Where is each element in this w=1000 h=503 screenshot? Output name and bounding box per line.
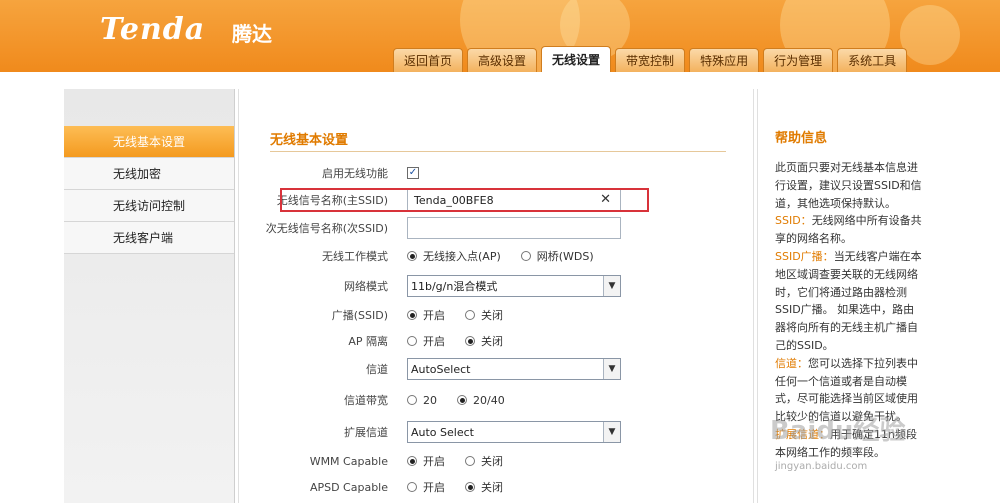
chevron-down-icon: ▼ [603,422,620,442]
watermark-url: jingyan.baidu.com [775,461,868,472]
bandwidth-label: 信道带宽 [344,394,388,407]
wmm-on-radio[interactable] [407,456,417,466]
bw-2040-radio[interactable] [457,395,467,405]
help-title: 帮助信息 [775,131,828,146]
row-netmode: 网络模式 11b/g/n混合模式 ▼ [239,273,753,299]
broadcast-off-label: 关闭 [481,309,503,322]
wmm-off-radio[interactable] [465,456,475,466]
help-intro: 此页面只要对无线基本信息进行设置，建议只设置SSID和信道，其他选项保持默认。 [775,161,922,210]
sidebar: 无线基本设置 无线加密 无线访问控制 无线客户端 [64,89,235,503]
row-ssid2: 次无线信号名称(次SSID) [239,215,753,241]
netmode-select[interactable]: 11b/g/n混合模式 ▼ [407,275,621,297]
apsd-off-label: 关闭 [481,481,503,494]
apiso-label: AP 隔离 [348,335,388,348]
top-nav: 返回首页 高级设置 无线设置 带宽控制 特殊应用 行为管理 系统工具 [393,46,908,72]
row-mode: 无线工作模式 无线接入点(AP) 网桥(WDS) [239,243,753,269]
tab-wireless[interactable]: 无线设置 [541,46,612,72]
header-bar: Tenda 腾达 返回首页 高级设置 无线设置 带宽控制 特殊应用 行为管理 系… [0,0,1000,72]
row-apsd: APSD Capable 开启 关闭 [239,474,753,500]
apiso-off-radio[interactable] [465,336,475,346]
row-enable-wireless: 启用无线功能 ✓ [239,160,753,186]
channel-label: 信道 [366,363,388,376]
bw-20-radio[interactable] [407,395,417,405]
enable-wireless-label: 启用无线功能 [322,167,388,180]
mode-wds-label: 网桥(WDS) [536,250,594,263]
mode-ap-radio[interactable] [407,251,417,261]
apsd-off-radio[interactable] [465,482,475,492]
tenda-logo: Tenda [100,12,206,47]
bw-20-label: 20 [423,393,437,407]
help-broadcast-term: SSID广播： [775,249,834,263]
ext-channel-value: Auto Select [411,425,474,439]
ext-channel-label: 扩展信道 [344,426,388,439]
sidebar-item-wireless-basic[interactable]: 无线基本设置 [64,126,234,158]
tab-special-apps[interactable]: 特殊应用 [689,48,760,72]
watermark-logo: Baidu经验 [770,416,906,446]
apsd-label: APSD Capable [309,480,388,494]
chevron-down-icon: ▼ [603,276,620,296]
clear-icon[interactable]: ✕ [600,192,611,207]
tab-system-tools[interactable]: 系统工具 [837,48,908,72]
chevron-down-icon: ▼ [603,359,620,379]
tenda-logo-cn: 腾达 [232,22,272,46]
bw-2040-label: 20/40 [473,393,505,407]
apsd-on-label: 开启 [423,481,445,494]
netmode-value: 11b/g/n混合模式 [411,280,498,293]
ext-channel-select[interactable]: Auto Select ▼ [407,421,621,443]
apiso-on-label: 开启 [423,335,445,348]
mode-wds-radio[interactable] [520,251,531,261]
sidebar-item-wireless-security[interactable]: 无线加密 [64,158,234,190]
ssid-value: Tenda_00BFE8 [414,193,494,207]
tab-advanced[interactable]: 高级设置 [467,48,538,72]
apiso-on-radio[interactable] [407,336,417,346]
apiso-off-label: 关闭 [481,335,503,348]
netmode-label: 网络模式 [344,280,388,293]
wmm-off-label: 关闭 [481,455,503,468]
ssid2-label: 次无线信号名称(次SSID) [265,222,388,235]
row-wmm: WMM Capable 开启 关闭 [239,448,753,474]
apsd-on-radio[interactable] [407,482,417,492]
channel-value: AutoSelect [411,362,471,376]
tab-bandwidth[interactable]: 带宽控制 [615,48,686,72]
row-broadcast: 广播(SSID) 开启 关闭 [239,302,753,328]
help-broadcast-text: 当无线客户端在本地区域调查要关联的无线网络时，它们将通过路由器检测SSID广播。… [775,249,922,352]
wmm-on-label: 开启 [423,455,445,468]
tab-home[interactable]: 返回首页 [393,48,464,72]
row-ap-isolation: AP 隔离 开启 关闭 [239,328,753,354]
tab-behavior[interactable]: 行为管理 [763,48,834,72]
sidebar-item-access-control[interactable]: 无线访问控制 [64,190,234,222]
row-ext-channel: 扩展信道 Auto Select ▼ [239,419,753,445]
wmm-label: WMM Capable [309,454,388,468]
broadcast-on-radio[interactable] [407,310,417,320]
mode-label: 无线工作模式 [322,250,388,263]
help-ssid-term: SSID： [775,214,812,228]
main-panel: 无线基本设置 启用无线功能 ✓ 无线信号名称(主SSID) Tenda_00BF… [238,89,754,503]
row-channel: 信道 AutoSelect ▼ [239,356,753,382]
ssid2-input[interactable] [407,217,621,239]
broadcast-on-label: 开启 [423,309,445,322]
ssid-input[interactable]: Tenda_00BFE8 ✕ [407,189,621,211]
page-title: 无线基本设置 [270,133,349,148]
title-divider [270,151,726,152]
ssid-label: 无线信号名称(主SSID) [276,194,388,207]
channel-select[interactable]: AutoSelect ▼ [407,358,621,380]
sidebar-item-clients[interactable]: 无线客户端 [64,222,234,254]
row-ssid: 无线信号名称(主SSID) Tenda_00BFE8 ✕ [239,187,753,213]
header-decoration [900,5,960,65]
mode-ap-label: 无线接入点(AP) [423,250,501,263]
row-bandwidth: 信道带宽 20 20/40 [239,387,753,413]
broadcast-off-radio[interactable] [465,310,475,320]
broadcast-label: 广播(SSID) [331,309,388,322]
enable-wireless-checkbox[interactable]: ✓ [407,167,419,179]
help-channel-term: 信道： [775,356,808,370]
